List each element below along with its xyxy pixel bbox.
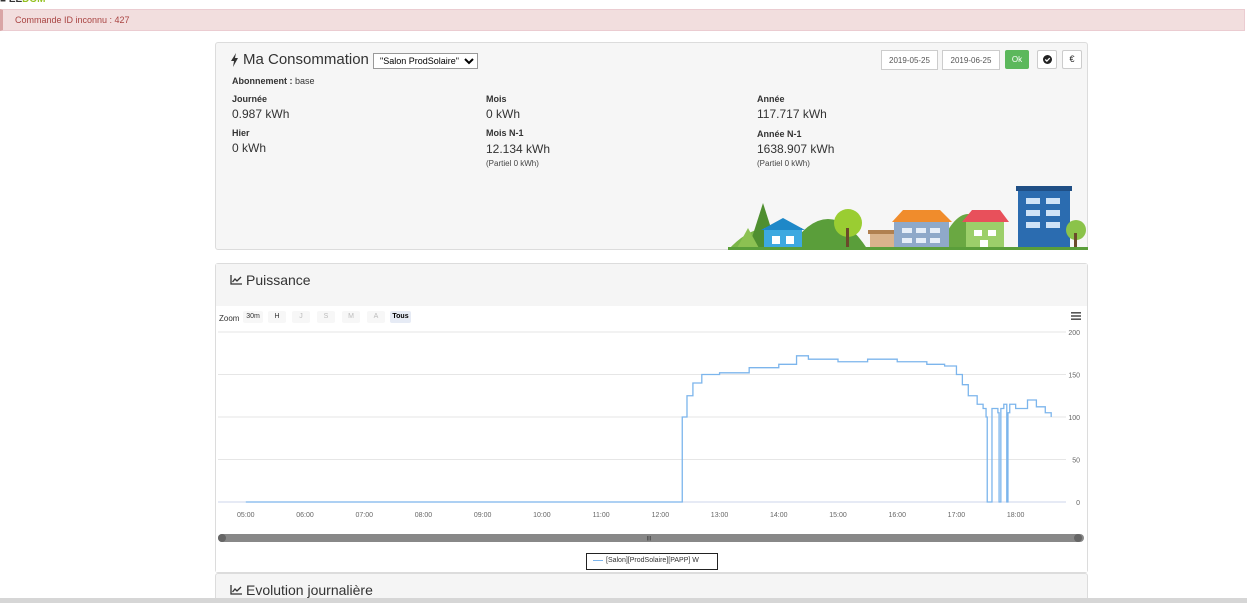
- power-header: Puissance: [216, 264, 1087, 306]
- evolution-title: Evolution journalière: [230, 582, 373, 598]
- x-tick-label: 05:00: [237, 512, 255, 519]
- prev-year-label: Année N-1: [757, 129, 802, 139]
- prev-month-value: 12.134 kWh: [486, 142, 551, 156]
- power-plot: 0 50 100 150 200 05:00 06:00 07:00 08:00 09:00 10:…: [218, 330, 1084, 543]
- x-tick-label: 09:00: [474, 512, 492, 519]
- alert-text: Commande ID inconnu : 427: [15, 15, 130, 25]
- month-label: Mois: [486, 94, 507, 104]
- date-from-input[interactable]: 2019-05-25: [881, 50, 938, 70]
- x-tick-label: 11:00: [593, 512, 610, 519]
- town-illustration: [728, 186, 1088, 250]
- month-value: 0 kWh: [486, 107, 521, 121]
- y-tick-label: 150: [1068, 373, 1080, 380]
- consumption-title-text: Ma Consommation: [243, 51, 369, 68]
- line-chart-icon: [230, 275, 242, 285]
- x-tick-label: 07:00: [355, 512, 373, 519]
- power-title: Puissance: [230, 272, 311, 288]
- meter-select[interactable]: "Salon ProdSolaire": [373, 53, 478, 69]
- y-tick-label: 50: [1072, 458, 1080, 465]
- prev-year-value: 1638.907 kWh: [757, 142, 835, 156]
- yesterday-label: Hier: [232, 128, 250, 138]
- x-tick-label: 12:00: [652, 512, 670, 519]
- legend-label: [Salon][ProdSolaire][PAPP] W: [606, 557, 699, 564]
- check-circle-icon: [1042, 55, 1052, 65]
- error-alert: Commande ID inconnu : 427: [0, 9, 1245, 31]
- line-chart-icon: [230, 585, 242, 595]
- x-tick-label: 08:00: [415, 512, 433, 519]
- subscription-line: Abonnement : base: [232, 76, 315, 86]
- year-value: 117.717 kWh: [757, 107, 827, 121]
- navigator-right-handle: [1074, 534, 1082, 542]
- euro-button[interactable]: €: [1062, 50, 1082, 69]
- x-tick-label: 10:00: [533, 512, 551, 519]
- y-tick-label: 200: [1068, 330, 1080, 337]
- yesterday-value: 0 kWh: [232, 141, 267, 155]
- navigator-left-handle: [218, 534, 226, 542]
- x-tick-label: 15:00: [829, 512, 847, 519]
- x-tick-label: 06:00: [296, 512, 314, 519]
- consumption-title: Ma Consommation: [230, 51, 369, 68]
- year-label: Année: [757, 94, 785, 104]
- navigator-grip: III: [646, 537, 651, 543]
- date-to-input[interactable]: 2019-06-25: [942, 50, 1000, 70]
- top-navbar: ■ EEDOM: [0, 0, 1247, 6]
- prev-year-partial: (Partiel 0 kWh): [757, 159, 810, 168]
- consumption-panel: Ma Consommation "Salon ProdSolaire" 2019…: [215, 42, 1088, 250]
- prev-month-partial: (Partiel 0 kWh): [486, 159, 539, 168]
- x-tick-label: 13:00: [711, 512, 729, 519]
- y-tick-label: 100: [1068, 415, 1080, 422]
- prev-month-label: Mois N-1: [486, 128, 524, 138]
- y-tick-label: 0: [1076, 500, 1080, 507]
- x-tick-label: 17:00: [948, 512, 966, 519]
- bolt-icon: [231, 52, 238, 67]
- x-tick-label: 16:00: [888, 512, 906, 519]
- subscription-label: Abonnement :: [232, 76, 293, 86]
- chart-legend[interactable]: [Salon][ProdSolaire][PAPP] W: [586, 553, 718, 570]
- day-value: 0.987 kWh: [232, 107, 290, 121]
- day-label: Journée: [232, 94, 268, 104]
- evolution-title-text: Evolution journalière: [246, 582, 373, 598]
- legend-swatch: [593, 559, 603, 561]
- x-tick-label: 14:00: [770, 512, 788, 519]
- ok-button[interactable]: Ok: [1005, 50, 1029, 69]
- subscription-value: base: [295, 76, 315, 86]
- x-tick-label: 18:00: [1007, 512, 1025, 519]
- check-button[interactable]: [1037, 50, 1057, 69]
- series-line: [245, 355, 1052, 503]
- power-chart: Zoom 30m H J S M A Tous 0 50 100 150 200 05:0…: [216, 306, 1087, 572]
- logo: ■ EEDOM: [0, 0, 46, 5]
- power-panel: Puissance Zoom 30m H J S M A Tous 0 50 100…: [215, 263, 1088, 573]
- window-scrollbar[interactable]: [0, 598, 1247, 603]
- power-title-text: Puissance: [246, 272, 311, 288]
